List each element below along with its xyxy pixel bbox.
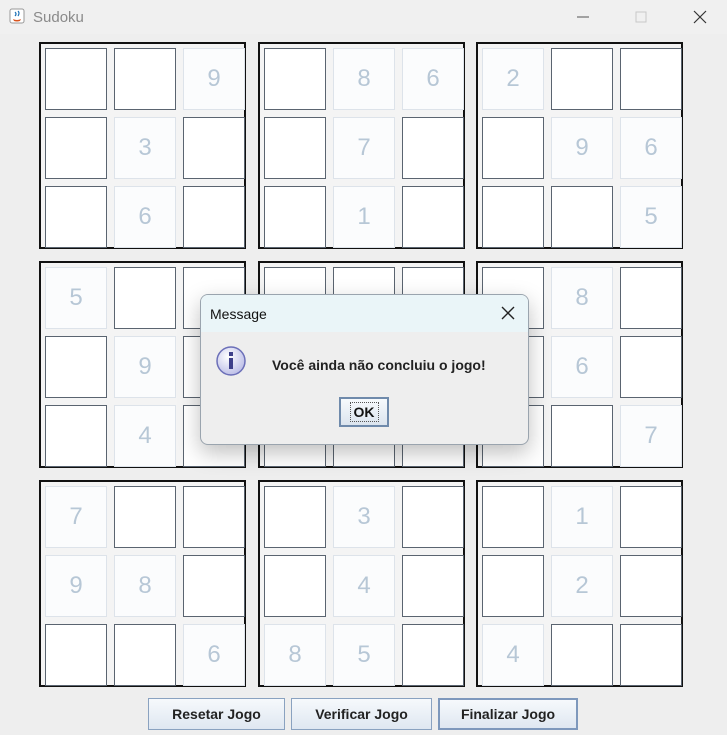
sudoku-cell[interactable]: 6	[183, 624, 245, 686]
ok-button-label: OK	[349, 402, 379, 422]
action-bar: Resetar Jogo Verificar Jogo Finalizar Jo…	[0, 698, 727, 732]
sudoku-cell[interactable]	[45, 336, 107, 398]
sudoku-cell[interactable]	[183, 555, 245, 617]
sudoku-cell[interactable]: 5	[620, 186, 682, 248]
sudoku-cell[interactable]	[620, 624, 682, 686]
sudoku-cell[interactable]	[551, 48, 613, 110]
sudoku-cell[interactable]	[402, 117, 464, 179]
sudoku-cell[interactable]	[114, 624, 176, 686]
sudoku-cell[interactable]	[402, 186, 464, 248]
sudoku-block: 93 6	[39, 42, 246, 249]
sudoku-cell[interactable]	[264, 186, 326, 248]
sudoku-cell[interactable]	[183, 186, 245, 248]
sudoku-cell[interactable]	[482, 486, 544, 548]
sudoku-cell[interactable]	[620, 48, 682, 110]
reset-game-button[interactable]: Resetar Jogo	[148, 698, 285, 730]
sudoku-cell[interactable]: 7	[333, 117, 395, 179]
sudoku-cell[interactable]: 9	[183, 48, 245, 110]
sudoku-cell[interactable]: 3	[333, 486, 395, 548]
dialog-message: Você ainda não concluiu o jogo!	[272, 357, 486, 373]
sudoku-cell[interactable]: 2	[482, 48, 544, 110]
sudoku-cell[interactable]	[482, 117, 544, 179]
sudoku-block: 7 986	[39, 480, 246, 687]
sudoku-block: 867 1	[258, 42, 465, 249]
sudoku-cell[interactable]	[402, 486, 464, 548]
sudoku-cell[interactable]: 8	[333, 48, 395, 110]
sudoku-cell[interactable]	[620, 555, 682, 617]
sudoku-cell[interactable]	[45, 405, 107, 467]
sudoku-cell[interactable]: 8	[264, 624, 326, 686]
sudoku-block: 1 24	[476, 480, 683, 687]
sudoku-cell[interactable]	[620, 267, 682, 329]
sudoku-cell[interactable]	[551, 405, 613, 467]
sudoku-cell[interactable]	[551, 186, 613, 248]
sudoku-cell[interactable]: 3	[114, 117, 176, 179]
sudoku-cell[interactable]: 1	[333, 186, 395, 248]
sudoku-cell[interactable]: 9	[114, 336, 176, 398]
sudoku-cell[interactable]	[45, 48, 107, 110]
sudoku-cell[interactable]: 7	[620, 405, 682, 467]
dialog-titlebar: Message	[201, 295, 528, 332]
sudoku-cell[interactable]	[114, 267, 176, 329]
ok-button[interactable]: OK	[339, 397, 389, 427]
sudoku-cell[interactable]: 4	[333, 555, 395, 617]
sudoku-cell[interactable]: 6	[551, 336, 613, 398]
sudoku-cell[interactable]: 6	[620, 117, 682, 179]
sudoku-cell[interactable]	[114, 48, 176, 110]
dialog-close-button[interactable]	[496, 301, 520, 325]
sudoku-cell[interactable]	[114, 486, 176, 548]
sudoku-cell[interactable]	[264, 555, 326, 617]
sudoku-cell[interactable]: 8	[551, 267, 613, 329]
sudoku-cell[interactable]: 4	[114, 405, 176, 467]
sudoku-cell[interactable]	[45, 186, 107, 248]
finish-game-button[interactable]: Finalizar Jogo	[438, 698, 578, 730]
sudoku-cell[interactable]: 1	[551, 486, 613, 548]
sudoku-cell[interactable]	[402, 555, 464, 617]
verify-game-button[interactable]: Verificar Jogo	[291, 698, 432, 730]
sudoku-cell[interactable]: 8	[114, 555, 176, 617]
sudoku-cell[interactable]	[482, 555, 544, 617]
sudoku-cell[interactable]: 6	[114, 186, 176, 248]
sudoku-cell[interactable]	[264, 48, 326, 110]
dialog-title: Message	[210, 306, 267, 322]
info-icon	[216, 346, 246, 376]
sudoku-cell[interactable]	[183, 486, 245, 548]
sudoku-cell[interactable]	[45, 624, 107, 686]
sudoku-cell[interactable]	[551, 624, 613, 686]
sudoku-cell[interactable]: 2	[551, 555, 613, 617]
sudoku-cell[interactable]	[264, 486, 326, 548]
sudoku-cell[interactable]	[482, 186, 544, 248]
message-dialog: Message Você ainda não concluiu o jogo! …	[200, 294, 529, 445]
sudoku-cell[interactable]	[402, 624, 464, 686]
sudoku-cell[interactable]: 5	[45, 267, 107, 329]
sudoku-block: 296 5	[476, 42, 683, 249]
sudoku-cell[interactable]: 4	[482, 624, 544, 686]
close-icon	[501, 306, 515, 320]
sudoku-cell[interactable]: 6	[402, 48, 464, 110]
sudoku-cell[interactable]	[264, 117, 326, 179]
sudoku-cell[interactable]	[45, 117, 107, 179]
sudoku-cell[interactable]: 5	[333, 624, 395, 686]
sudoku-cell[interactable]	[620, 336, 682, 398]
sudoku-cell[interactable]: 7	[45, 486, 107, 548]
sudoku-cell[interactable]: 9	[551, 117, 613, 179]
sudoku-cell[interactable]: 9	[45, 555, 107, 617]
sudoku-cell[interactable]	[183, 117, 245, 179]
sudoku-cell[interactable]	[620, 486, 682, 548]
sudoku-block: 3 485	[258, 480, 465, 687]
